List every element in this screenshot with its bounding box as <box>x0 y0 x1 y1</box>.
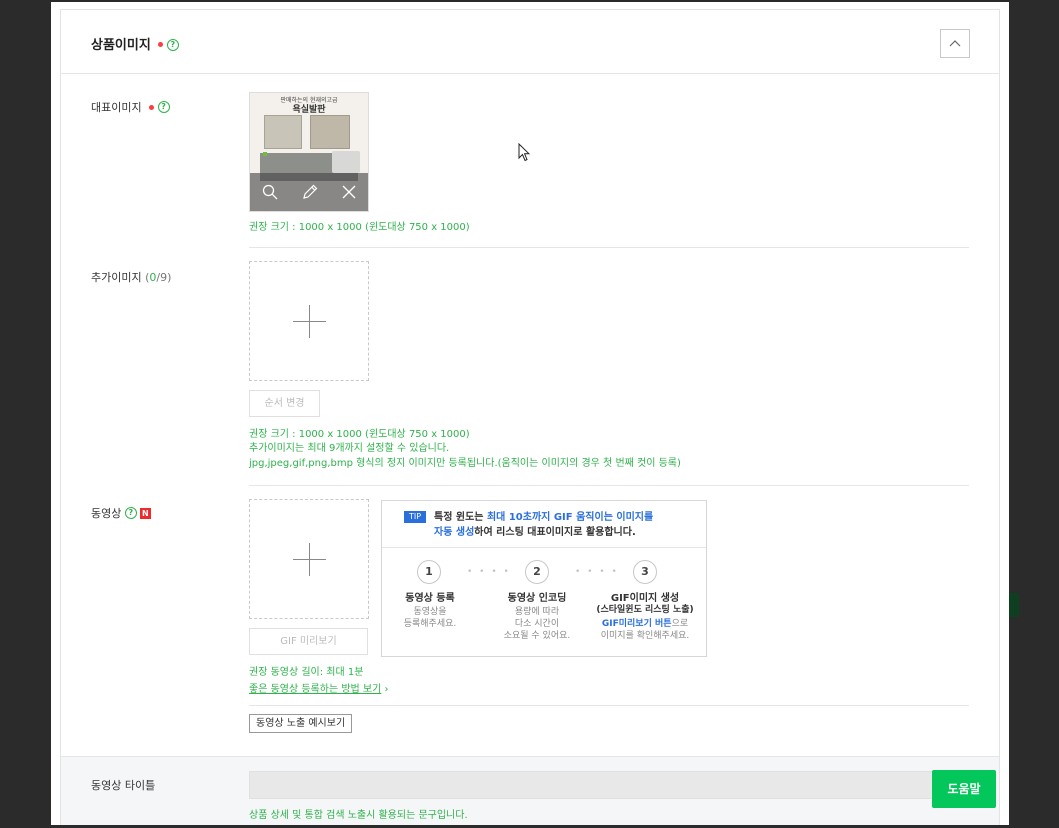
step-3-number: 3 <box>633 560 657 584</box>
row-divider <box>249 485 969 486</box>
video-label-text: 동영상 <box>91 507 122 520</box>
video-upload-box[interactable] <box>249 499 369 619</box>
product-image-panel: 상품이미지? 대표이미지? 판매하는의 현재의고급 욕실발판 권장 크기: 1… <box>60 9 1000 825</box>
section-title-text: 상품이미지 <box>91 38 151 53</box>
rep-image-label-text: 대표이미지 <box>91 101 142 114</box>
add-image-limit-note: 추가이미지는 최대 9개까지 설정할 수 있습니다. <box>249 443 450 454</box>
video-length-note: 권장 동영상 길이: 최대 1분 <box>249 667 364 678</box>
step-desc-line: 동영상을 <box>413 607 447 617</box>
thumb-photo-part <box>310 115 350 149</box>
tip-text-highlight: 자동 생성 <box>434 527 475 538</box>
section-header: 상품이미지? <box>61 10 999 74</box>
step-1-desc: 동영상을 등록해주세요. <box>375 606 485 630</box>
plus-icon <box>309 305 310 338</box>
tip-text: 특정 윈도는 최대 10초까지 GIF 움직이는 이미지를 자동 생성하여 리스… <box>434 510 694 540</box>
tip-text-highlight: 최대 10초까지 GIF 움직이는 이미지를 <box>486 512 654 523</box>
order-change-button[interactable]: 순서 변경 <box>249 390 320 417</box>
rep-image-thumbnail[interactable]: 판매하는의 현재의고급 욕실발판 <box>249 92 369 212</box>
step-desc-line: 소요될 수 있어요. <box>503 631 571 641</box>
help-icon[interactable]: ? <box>166 38 179 51</box>
new-badge: N <box>139 507 151 519</box>
step-desc-line: 이미지를 확인해주세요. <box>600 631 690 641</box>
step-1-number: 1 <box>417 560 441 584</box>
tip-separator <box>382 547 706 548</box>
thumb-action-overlay <box>250 173 368 211</box>
add-image-label: 추가이미지 (0/9) <box>91 269 171 285</box>
help-fab-button[interactable]: 도움말 <box>932 770 996 808</box>
step-desc-part: 으로 <box>671 619 689 629</box>
zoom-icon[interactable] <box>261 183 279 201</box>
video-label: 동영상 ? N <box>91 505 151 521</box>
video-howto-link[interactable]: 좋은 동영상 등록하는 방법 보기 <box>249 684 381 695</box>
video-example-button[interactable]: 동영상 노출 예시보기 <box>249 714 353 733</box>
background-page-button-sliver <box>1009 593 1019 617</box>
video-title-note: 상품 상세 및 통합 검색 노출시 활용되는 문구입니다. <box>249 810 468 821</box>
step-3-desc: (스타일윈도 리스팅 노출) GIF미리보기 버튼으로 이미지를 확인해주세요. <box>590 604 700 642</box>
step-connector-dots: • • • • <box>575 567 619 577</box>
mouse-cursor-icon <box>518 143 530 162</box>
video-title-label: 동영상 타이틀 <box>91 779 156 792</box>
collapse-button[interactable] <box>940 29 970 58</box>
step-desc-line: 용량에 따라 <box>514 607 560 617</box>
add-image-format-note: jpg,jpeg,gif,png,bmp 형식의 정지 이미지만 등록됩니다.(… <box>249 458 681 469</box>
add-image-upload-box[interactable] <box>249 261 369 381</box>
step-3-title: GIF이미지 생성 <box>610 593 680 604</box>
delete-x-icon[interactable] <box>340 183 358 201</box>
step-desc-line: 다소 시간이 <box>514 619 560 629</box>
thumb-photo-part <box>332 151 360 173</box>
tip-badge: TIP <box>404 511 426 523</box>
add-image-label-text: 추가이미지 <box>91 271 142 284</box>
count-rest: /9) <box>156 271 172 284</box>
step-desc-highlight: GIF미리보기 버튼 <box>601 619 672 629</box>
rep-image-label: 대표이미지? <box>91 99 170 115</box>
product-image-modal: 상품이미지? 대표이미지? 판매하는의 현재의고급 욕실발판 권장 크기: 1… <box>51 2 1009 825</box>
row-divider <box>249 705 969 706</box>
video-tip-box: TIP 특정 윈도는 최대 10초까지 GIF 움직이는 이미지를 자동 생성하… <box>381 500 707 657</box>
row-divider <box>249 247 969 248</box>
step-2-title: 동영상 인코딩 <box>507 593 567 604</box>
step-connector-dots: • • • • <box>467 567 511 577</box>
step-2-number: 2 <box>525 560 549 584</box>
tip-text-part: 특정 윈도는 <box>434 512 487 523</box>
step-1-title: 동영상 등록 <box>405 593 455 604</box>
help-icon[interactable]: ? <box>157 101 170 113</box>
required-dot <box>157 42 163 47</box>
gif-preview-button[interactable]: GIF 미리보기 <box>249 628 368 655</box>
step-2-desc: 용량에 따라 다소 시간이 소요될 수 있어요. <box>482 606 592 642</box>
plus-icon <box>309 543 310 576</box>
add-image-count: (0/9) <box>145 271 171 284</box>
video-title-input[interactable] <box>249 771 969 799</box>
video-howto-row: 좋은 동영상 등록하는 방법 보기 › <box>249 683 389 696</box>
step-desc-line: 등록해주세요. <box>403 619 457 629</box>
add-image-size-note: 권장 크기 : 1000 x 1000 (윈도대상 750 x 1000) <box>249 429 470 440</box>
thumb-caption-title: 욕실발판 <box>292 105 326 115</box>
section-title: 상품이미지? <box>91 34 179 53</box>
step-desc-line: (스타일윈도 리스팅 노출) <box>596 605 694 615</box>
chevron-right-icon: › <box>384 684 389 695</box>
help-icon[interactable]: ? <box>124 507 137 519</box>
thumb-photo-tag <box>263 152 267 156</box>
rep-image-size-note: 권장 크기 : 1000 x 1000 (윈도대상 750 x 1000) <box>249 222 470 233</box>
edit-pencil-icon[interactable] <box>301 183 319 201</box>
thumb-photo-part <box>264 115 302 149</box>
chevron-up-icon <box>949 40 961 47</box>
required-dot <box>148 104 154 110</box>
video-title-row: 동영상 타이틀 상품 상세 및 통합 검색 노출시 활용되는 문구입니다. <box>61 756 999 825</box>
tip-text-part: 하여 리스팅 대표이미지로 활용합니다. <box>474 527 636 538</box>
